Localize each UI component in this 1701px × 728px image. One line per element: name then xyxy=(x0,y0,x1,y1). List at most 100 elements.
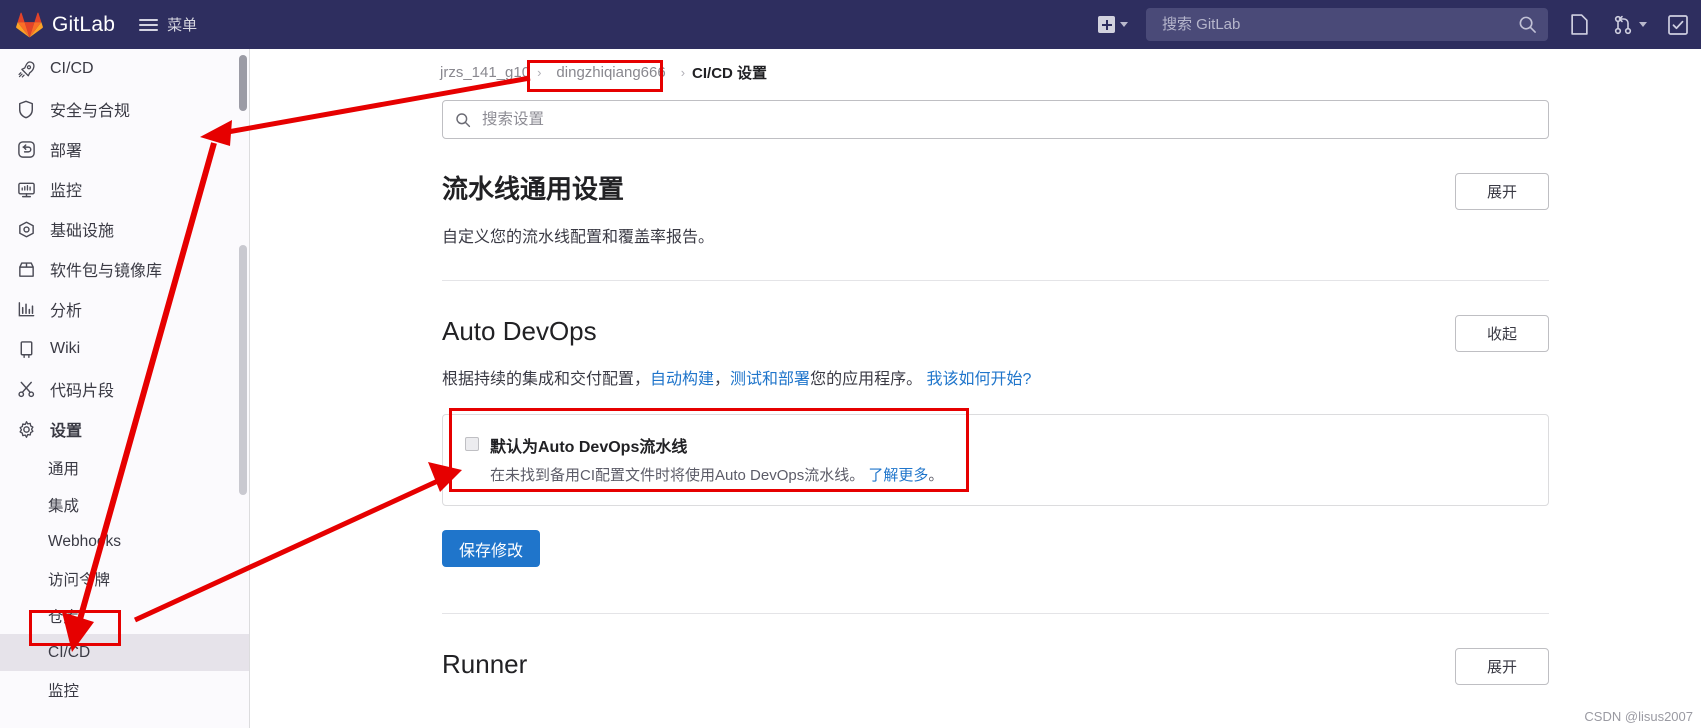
sidebar-subitem-label: 访问令牌 xyxy=(48,571,111,589)
expand-button-runner[interactable]: 展开 xyxy=(1455,648,1549,685)
main-menu-button[interactable]: 菜单 xyxy=(139,14,197,35)
main-content: jrzs_141_g10 › dingzhiqiang666 › CI/CD 设… xyxy=(250,49,1701,728)
how-to-start-link[interactable]: 我该如何开始? xyxy=(927,371,1032,388)
todos-icon[interactable] xyxy=(1661,8,1695,42)
global-search-input[interactable] xyxy=(1160,15,1518,34)
section-runner: Runner 展开 xyxy=(442,613,1549,685)
breadcrumb-current: CI/CD 设置 xyxy=(692,64,768,82)
gitlab-tanuki-logo xyxy=(16,12,43,37)
default-auto-devops-row[interactable]: 默认为Auto DevOps流水线 xyxy=(465,433,1528,457)
brand-name: GitLab xyxy=(52,12,116,36)
merge-requests-button[interactable] xyxy=(1614,8,1647,42)
sidebar-item-label: 监控 xyxy=(50,183,83,200)
sidebar-item-security[interactable]: 安全与合规 xyxy=(0,89,249,129)
sidebar-item-label: 安全与合规 xyxy=(50,103,131,120)
settings-search-box[interactable] xyxy=(442,100,1549,139)
auto-devops-panel: 默认为Auto DevOps流水线 在未找到备用CI配置文件时将使用Auto D… xyxy=(442,414,1549,506)
sidebar-item-packages[interactable]: 软件包与镜像库 xyxy=(0,249,249,289)
sidebar-subitem-label: 监控 xyxy=(48,682,80,700)
package-icon xyxy=(14,259,38,279)
sidebar-item-access-tokens[interactable]: 访问令牌 xyxy=(0,560,249,597)
desc-part-0: 根据持续的集成和交付配置， xyxy=(442,371,651,388)
chevron-down-icon xyxy=(1120,22,1128,27)
gitlab-cicd-settings-page: GitLab 菜单 搜索 GitLab CI/CD 安全与合规 部署 监控 基础… xyxy=(0,0,1701,728)
issues-icon[interactable] xyxy=(1562,8,1596,42)
breadcrumb-group[interactable]: jrzs_141_g10 xyxy=(440,64,530,81)
analytics-icon xyxy=(14,299,38,319)
sidebar-item-snippets[interactable]: 代码片段 xyxy=(0,369,249,409)
merge-requests-icon xyxy=(1614,15,1632,34)
hamburger-menu-icon xyxy=(139,18,159,31)
sidebar-item-wiki[interactable]: Wiki xyxy=(0,329,249,369)
infrastructure-icon xyxy=(14,219,38,239)
settings-search-input[interactable] xyxy=(480,109,1536,130)
breadcrumb-project-wrap: dingzhiqiang666 xyxy=(548,62,673,83)
shield-icon xyxy=(14,99,38,119)
help-tail: 。 xyxy=(928,467,944,484)
sidebar-subitem-label: 通用 xyxy=(48,460,80,478)
section-header: Runner 展开 xyxy=(442,648,1549,685)
monitor-icon xyxy=(14,179,38,199)
sidebar-item-label: 代码片段 xyxy=(50,383,115,400)
learn-more-link[interactable]: 了解更多 xyxy=(868,467,928,484)
sidebar-item-settings[interactable]: 设置 xyxy=(0,409,249,449)
section-title: 流水线通用设置 xyxy=(442,174,625,204)
default-auto-devops-label: 默认为Auto DevOps流水线 xyxy=(490,439,688,456)
sidebar-item-label: CI/CD xyxy=(50,60,94,77)
breadcrumb-project[interactable]: dingzhiqiang666 xyxy=(556,64,665,81)
sidebar-subitem-label: CI/CD xyxy=(48,643,91,661)
desc-part-4: 您的应用程序。 xyxy=(810,371,927,388)
test-deploy-link[interactable]: 测试和部署 xyxy=(730,371,810,388)
sidebar-item-analytics[interactable]: 分析 xyxy=(0,289,249,329)
help-text: 在未找到备用CI配置文件时将使用Auto DevOps流水线。 xyxy=(490,467,865,484)
sidebar-item-deploy[interactable]: 部署 xyxy=(0,129,249,169)
gitlab-logo[interactable]: GitLab xyxy=(16,12,115,38)
sidebar-item-label: Wiki xyxy=(50,340,81,357)
topbar-right-actions xyxy=(1098,0,1701,49)
sidebar-item-cicd[interactable]: CI/CD xyxy=(0,49,249,89)
sidebar-item-general[interactable]: 通用 xyxy=(0,449,249,486)
section-title: Auto DevOps xyxy=(442,316,597,346)
section-header: 流水线通用设置 展开 xyxy=(442,173,1549,210)
sidebar-scrollbar-thumb-top[interactable] xyxy=(239,55,247,111)
search-icon xyxy=(456,112,471,127)
chevron-down-icon xyxy=(1639,22,1647,27)
sidebar-subitem-label: 仓库 xyxy=(48,608,80,626)
plus-square-icon xyxy=(1098,16,1115,33)
sidebar-item-webhooks[interactable]: Webhooks xyxy=(0,523,249,560)
sidebar-item-label: 部署 xyxy=(50,143,83,160)
create-new-button[interactable] xyxy=(1098,16,1128,33)
auto-build-link[interactable]: 自动构建 xyxy=(650,371,714,388)
sidebar-item-label: 设置 xyxy=(50,423,83,440)
sidebar-item-monitor-settings[interactable]: 监控 xyxy=(0,671,249,708)
rocket-icon xyxy=(14,59,38,79)
collapse-button-auto-devops[interactable]: 收起 xyxy=(1455,315,1549,352)
book-icon xyxy=(14,339,38,359)
section-description: 自定义您的流水线配置和覆盖率报告。 xyxy=(442,229,715,246)
default-auto-devops-checkbox[interactable] xyxy=(465,437,479,451)
sidebar-scrollbar-thumb[interactable] xyxy=(239,245,247,495)
sidebar-item-cicd-settings[interactable]: CI/CD xyxy=(0,634,249,671)
sidebar-item-monitor[interactable]: 监控 xyxy=(0,169,249,209)
breadcrumb-separator: › xyxy=(680,64,686,80)
deploy-icon xyxy=(14,139,38,159)
snippet-icon xyxy=(14,379,38,399)
global-search-box[interactable] xyxy=(1146,8,1548,41)
sidebar-item-integrations[interactable]: 集成 xyxy=(0,486,249,523)
sidebar-item-label: 分析 xyxy=(50,303,83,320)
sidebar-item-label: 软件包与镜像库 xyxy=(50,263,163,280)
sidebar-item-infrastructure[interactable]: 基础设施 xyxy=(0,209,249,249)
default-auto-devops-help: 在未找到备用CI配置文件时将使用Auto DevOps流水线。 了解更多。 xyxy=(490,464,1528,485)
section-auto-devops: Auto DevOps 收起 根据持续的集成和交付配置，自动构建，测试和部署您的… xyxy=(442,280,1549,567)
section-title: Runner xyxy=(442,649,528,679)
breadcrumb: jrzs_141_g10 › dingzhiqiang666 › CI/CD 设… xyxy=(250,49,1701,95)
project-sidebar[interactable]: CI/CD 安全与合规 部署 监控 基础设施 软件包与镜像库 分析 Wiki 代… xyxy=(0,49,250,728)
settings-content: 流水线通用设置 展开 自定义您的流水线配置和覆盖率报告。 Auto DevOps… xyxy=(250,100,1701,685)
breadcrumb-separator: › xyxy=(537,64,542,80)
menu-label: 菜单 xyxy=(167,17,198,34)
save-changes-button[interactable]: 保存修改 xyxy=(442,530,541,567)
sidebar-item-repository[interactable]: 仓库 xyxy=(0,597,249,634)
expand-button-pipeline-general[interactable]: 展开 xyxy=(1455,173,1549,210)
top-navigation-bar: GitLab 菜单 xyxy=(0,0,1701,49)
gear-icon xyxy=(14,419,38,439)
